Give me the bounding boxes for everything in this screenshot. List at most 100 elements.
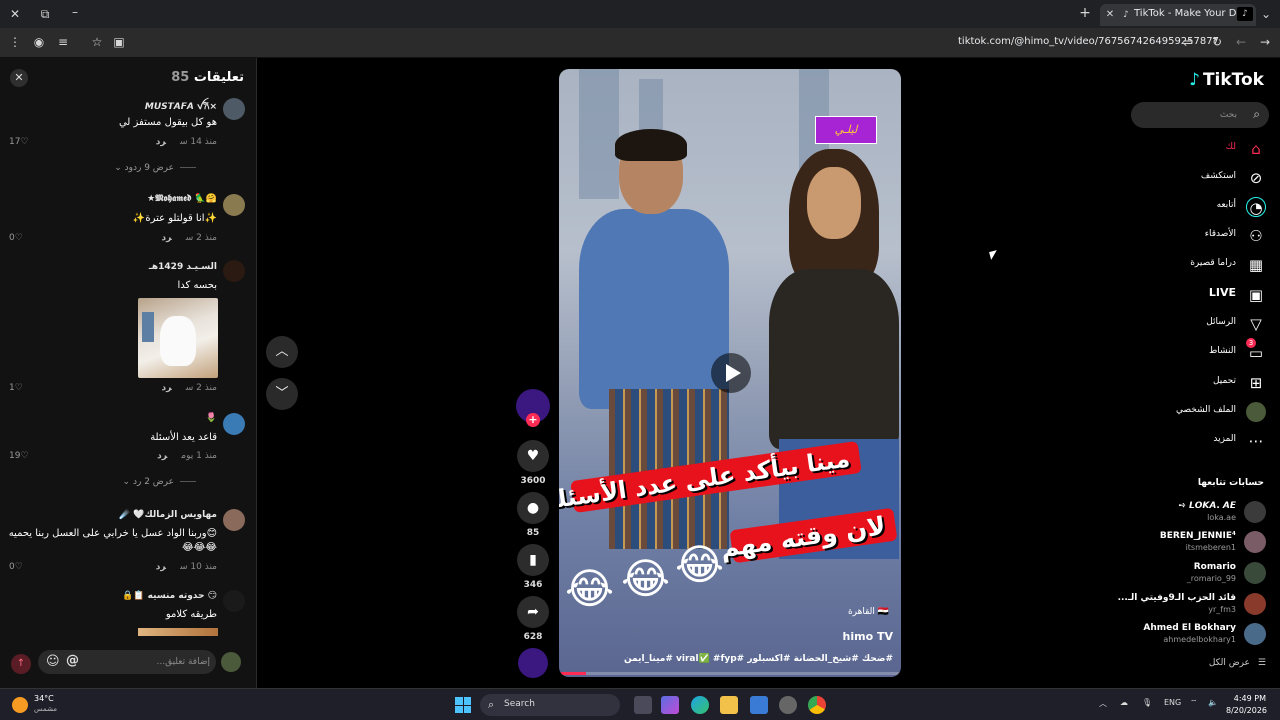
comment-input[interactable] xyxy=(90,654,210,670)
view-replies-button[interactable]: عرض 2 رد ⌄ xyxy=(123,477,196,487)
right-sidebar: ♪TikTok ⌕ ⌂لك ⊘استكشف ◔أتابعه ⚇الأصدقاء … xyxy=(1118,58,1280,688)
bookmark-star-icon[interactable]: ☆ xyxy=(89,35,105,49)
close-comments-button[interactable]: ✕ xyxy=(10,69,28,87)
volume-icon[interactable]: 🔈 xyxy=(1208,698,1218,707)
heart-outline-icon[interactable]: ♡ xyxy=(15,383,23,393)
heart-outline-icon[interactable]: ♡ xyxy=(15,233,23,243)
heart-outline-icon[interactable]: ♡ xyxy=(20,137,28,147)
tab-search-icon[interactable]: ⌄ xyxy=(1258,7,1274,21)
followed-account[interactable]: Ahmed El Bokhary ahmedelbokhary1 xyxy=(1126,623,1266,647)
tiktok-logo[interactable]: ♪ TikTok xyxy=(1189,70,1264,90)
reload-icon[interactable]: ↻ xyxy=(1209,35,1225,49)
browser-tab-tiktok[interactable]: ✕ ♪ TikTok - Make Your Day xyxy=(1100,4,1256,26)
menu-dots-icon[interactable]: ⋮ xyxy=(7,35,23,49)
follow-plus-icon[interactable]: + xyxy=(526,413,540,427)
search-icon[interactable]: ⌕ xyxy=(1253,107,1260,122)
video-hashtags[interactable]: #ضحك #شيخ_الحضانة #اكسبلور #viral✅ #fyp … xyxy=(624,654,893,664)
copilot-icon[interactable] xyxy=(661,696,679,714)
microphone-icon[interactable]: 🎙 xyxy=(1142,698,1152,707)
forward-icon[interactable]: ← xyxy=(1233,35,1249,49)
comment-like[interactable]: 0♡ xyxy=(9,233,23,243)
taskbar-search[interactable]: ⌕ Search xyxy=(480,694,620,716)
minimize-window-icon[interactable]: – xyxy=(67,5,83,19)
sun-icon xyxy=(12,697,28,713)
chrome-icon[interactable] xyxy=(808,696,826,714)
tiktok-extension-icon[interactable]: ♪ xyxy=(1237,7,1253,21)
edge-icon[interactable] xyxy=(691,696,709,714)
followed-account[interactable]: قائد الحزب الـ9وفيتي الـ... yr_fm3 xyxy=(1118,593,1266,617)
close-window-icon[interactable]: ✕ xyxy=(7,7,23,21)
heart-outline-icon[interactable]: ♡ xyxy=(20,451,28,461)
laugh-emoji: 😂 xyxy=(675,540,725,589)
heart-outline-icon[interactable]: ♡ xyxy=(15,562,23,572)
reply-button[interactable]: رد xyxy=(156,562,166,572)
view-replies-button[interactable]: عرض 9 ردود ⌄ xyxy=(114,163,196,173)
video-progress-bar[interactable] xyxy=(559,672,901,675)
comment-like[interactable]: 17♡ xyxy=(9,137,29,147)
file-explorer-icon[interactable] xyxy=(720,696,738,714)
previous-video-button[interactable]: ︿ xyxy=(266,336,298,368)
comment-username[interactable]: 😏 حدوته منسيه 📋🔒 xyxy=(122,591,217,601)
see-all-button[interactable]: ☰عرض الكل xyxy=(1209,658,1266,668)
back-icon[interactable]: → xyxy=(1257,35,1273,49)
avatar[interactable] xyxy=(223,194,245,216)
upload-icon: ⊞ xyxy=(1249,374,1263,392)
comment-bubble-icon[interactable]: ● xyxy=(517,492,549,524)
comment-like[interactable]: 0♡ xyxy=(9,562,23,572)
new-tab-icon[interactable]: + xyxy=(1077,6,1093,20)
chevron-down-icon: ⌄ xyxy=(114,163,122,173)
video-player[interactable]: ليلـي مينا بيأكد على عدد الأسئلة لان وقت… xyxy=(559,69,901,677)
comment-text: 😊وربنا الواد عسل يا خرابي على العسل ربنا… xyxy=(8,528,217,539)
avatar[interactable] xyxy=(223,260,245,282)
site-settings-icon[interactable]: ⇌ xyxy=(1180,35,1196,49)
comment-username[interactable]: 🌷 xyxy=(206,413,217,423)
followed-account[interactable]: 𝙇𝙊𝙆𝘼. 𝘼𝙀 ➺ loka.ae xyxy=(1126,501,1266,525)
extension-icon[interactable]: ▣ xyxy=(111,35,127,49)
reply-button[interactable]: رد xyxy=(162,383,172,393)
comment-image[interactable] xyxy=(138,298,218,378)
start-button[interactable] xyxy=(455,697,471,713)
avatar[interactable] xyxy=(223,590,245,612)
heart-icon[interactable]: ♥ xyxy=(517,440,549,472)
author-avatar[interactable]: + xyxy=(516,389,550,427)
reply-button[interactable]: رد xyxy=(157,451,167,461)
avatar[interactable] xyxy=(223,98,245,120)
video-location[interactable]: 🇪🇬 القاهرة xyxy=(848,607,889,617)
comment-like[interactable]: 19♡ xyxy=(9,451,29,461)
emoji-icon[interactable]: ☺ xyxy=(46,654,60,669)
play-button[interactable] xyxy=(711,353,751,393)
avatar[interactable] xyxy=(223,413,245,435)
comment-image[interactable] xyxy=(138,628,218,636)
wifi-icon[interactable]: ⌔ xyxy=(1190,698,1198,708)
language-indicator[interactable]: ENG xyxy=(1164,698,1181,707)
avatar[interactable] xyxy=(223,509,245,531)
close-tab-icon[interactable]: ✕ xyxy=(1102,8,1118,22)
mention-icon[interactable]: @ xyxy=(66,653,79,668)
task-view-icon[interactable] xyxy=(634,696,652,714)
share-arrow-icon[interactable]: ➦ xyxy=(517,596,549,628)
onedrive-icon[interactable]: ☁ xyxy=(1120,698,1128,707)
restore-window-icon[interactable]: ⧉ xyxy=(37,7,53,21)
search-input[interactable] xyxy=(1147,108,1237,122)
reply-button[interactable]: رد xyxy=(162,233,172,243)
comment-like[interactable]: 1♡ xyxy=(9,383,23,393)
reply-button[interactable]: رد xyxy=(156,137,166,147)
tray-chevron-icon[interactable]: ︿ xyxy=(1099,698,1107,709)
clock[interactable]: 4:49 PM 8/20/2026 xyxy=(1226,693,1267,717)
settings-app-icon[interactable] xyxy=(779,696,797,714)
comment-username[interactable]: 🤗🦜 𝕸𝖔𝖍𝖆𝖒𝖊𝖉★ xyxy=(147,194,217,204)
followed-account[interactable]: Romario romario_99_ xyxy=(1126,562,1266,586)
reading-list-icon[interactable]: ≡ xyxy=(55,35,71,49)
send-comment-button[interactable]: ↑ xyxy=(11,654,31,674)
bookmark-icon[interactable]: ▮ xyxy=(517,544,549,576)
comment-username[interactable]: السـيـد 1429هـ xyxy=(149,262,217,272)
music-disc-avatar[interactable] xyxy=(518,648,548,678)
windows-taskbar: 34°C مشمس ⌕ Search ︿ ☁ 🎙 ENG ⌔ 🔈 4:49 PM… xyxy=(0,688,1280,720)
video-author[interactable]: himo TV xyxy=(843,630,893,643)
profile-icon[interactable]: ◉ xyxy=(31,35,47,49)
store-icon[interactable] xyxy=(750,696,768,714)
comment-username[interactable]: مهاويس الزمالك🤍 ☄️ xyxy=(119,510,217,520)
next-video-button[interactable]: ﹀ xyxy=(266,378,298,410)
comment-username[interactable]: ×𝙈𝙐𝙎𝙏𝘼𝙁𝘼 ꪜ𐙚 xyxy=(145,98,217,117)
followed-account[interactable]: BEREN_JENNIE⁴ itsmeberen1 xyxy=(1126,531,1266,555)
